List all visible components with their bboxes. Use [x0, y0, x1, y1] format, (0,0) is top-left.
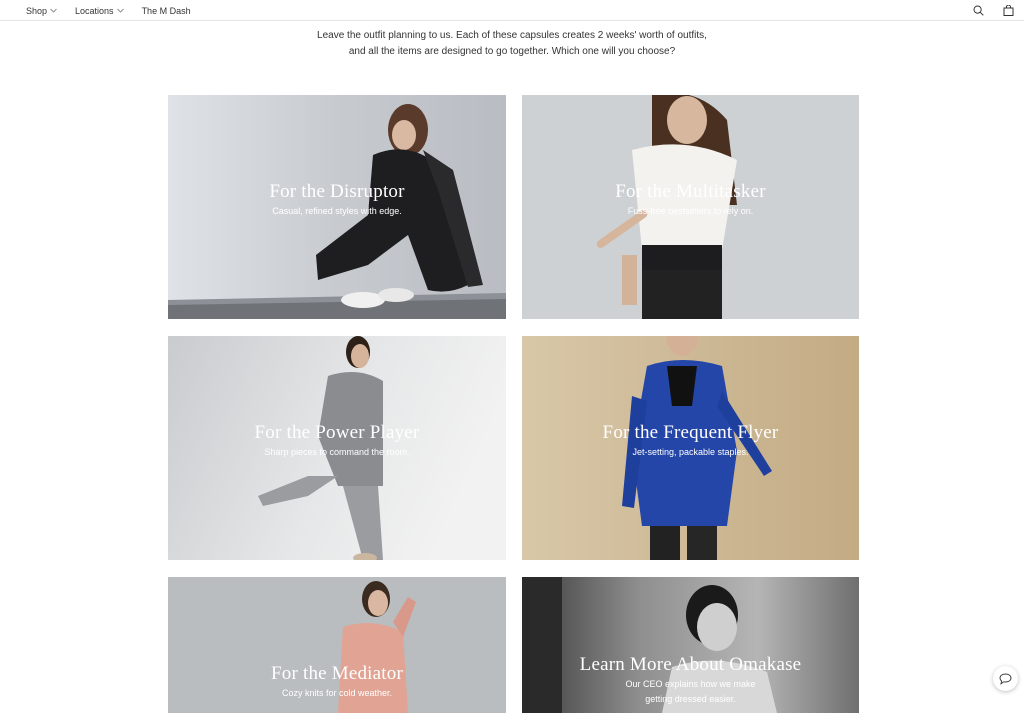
card-subtitle: Sharp pieces to command the room. [264, 447, 410, 457]
nav-item-label: Shop [26, 5, 48, 16]
card-subtitle: Fuss-free bestsellers to rely on. [627, 206, 754, 216]
nav-item-the-m-dash[interactable]: The M Dash [142, 6, 191, 16]
chat-bubble-icon [999, 673, 1012, 685]
card-title: Learn More About Omakase [579, 654, 802, 675]
intro-line-2: and all the items are designed to go tog… [348, 46, 676, 57]
capsule-card-power-player[interactable]: For the Power Player Sharp pieces to com… [168, 336, 506, 560]
capsule-card-frequent-flyer[interactable]: For the Frequent Flyer Jet-setting, pack… [522, 336, 859, 560]
cart-button[interactable] [1002, 5, 1014, 17]
card-subtitle: Our CEO explains how we make [625, 679, 756, 689]
chevron-down-icon [116, 8, 124, 13]
nav-item-locations[interactable]: Locations [75, 6, 124, 16]
capsule-card-disruptor[interactable]: For the Disruptor Casual, refined styles… [168, 95, 506, 319]
card-subtitle: Jet-setting, packable staples. [632, 447, 749, 457]
card-title: For the Frequent Flyer [602, 422, 779, 443]
card-caption: For the Disruptor Casual, refined styles… [168, 181, 506, 219]
card-title: For the Power Player [254, 422, 420, 443]
card-caption: For the Frequent Flyer Jet-setting, pack… [522, 422, 859, 460]
nav-item-label: The M Dash [141, 5, 191, 16]
card-caption: Learn More About Omakase Our CEO explain… [522, 654, 859, 707]
card-title: For the Disruptor [269, 181, 405, 202]
search-icon [973, 5, 984, 16]
nav-item-shop[interactable]: Shop [26, 6, 57, 16]
capsule-card-multitasker[interactable]: For the Multitasker Fuss-free bestseller… [522, 95, 859, 319]
card-caption: For the Mediator Cozy knits for cold wea… [168, 663, 506, 701]
nav-actions [972, 0, 1014, 21]
card-title: For the Multitasker [615, 181, 766, 202]
intro-text: Leave the outfit planning to us. Each of… [0, 28, 1024, 60]
card-subtitle: Casual, refined styles with edge. [272, 206, 402, 216]
chevron-down-icon [50, 8, 57, 13]
nav-item-label: Locations [75, 5, 114, 16]
top-navigation: Shop Locations The M Dash [0, 0, 1024, 21]
card-caption: For the Power Player Sharp pieces to com… [168, 422, 506, 460]
chat-button[interactable] [993, 666, 1018, 691]
card-subtitle: Cozy knits for cold weather. [281, 688, 393, 698]
intro-line-1: Leave the outfit planning to us. Each of… [317, 30, 707, 41]
card-title: For the Mediator [271, 663, 403, 684]
card-subtitle-line-2: getting dressed easier. [645, 694, 736, 704]
search-button[interactable] [972, 5, 984, 17]
nav-menu: Shop Locations The M Dash [26, 0, 191, 21]
shopping-bag-icon [1003, 5, 1013, 16]
capsule-card-mediator[interactable]: For the Mediator Cozy knits for cold wea… [168, 577, 506, 713]
card-caption: For the Multitasker Fuss-free bestseller… [522, 181, 859, 219]
learn-more-card[interactable]: Learn More About Omakase Our CEO explain… [522, 577, 859, 713]
